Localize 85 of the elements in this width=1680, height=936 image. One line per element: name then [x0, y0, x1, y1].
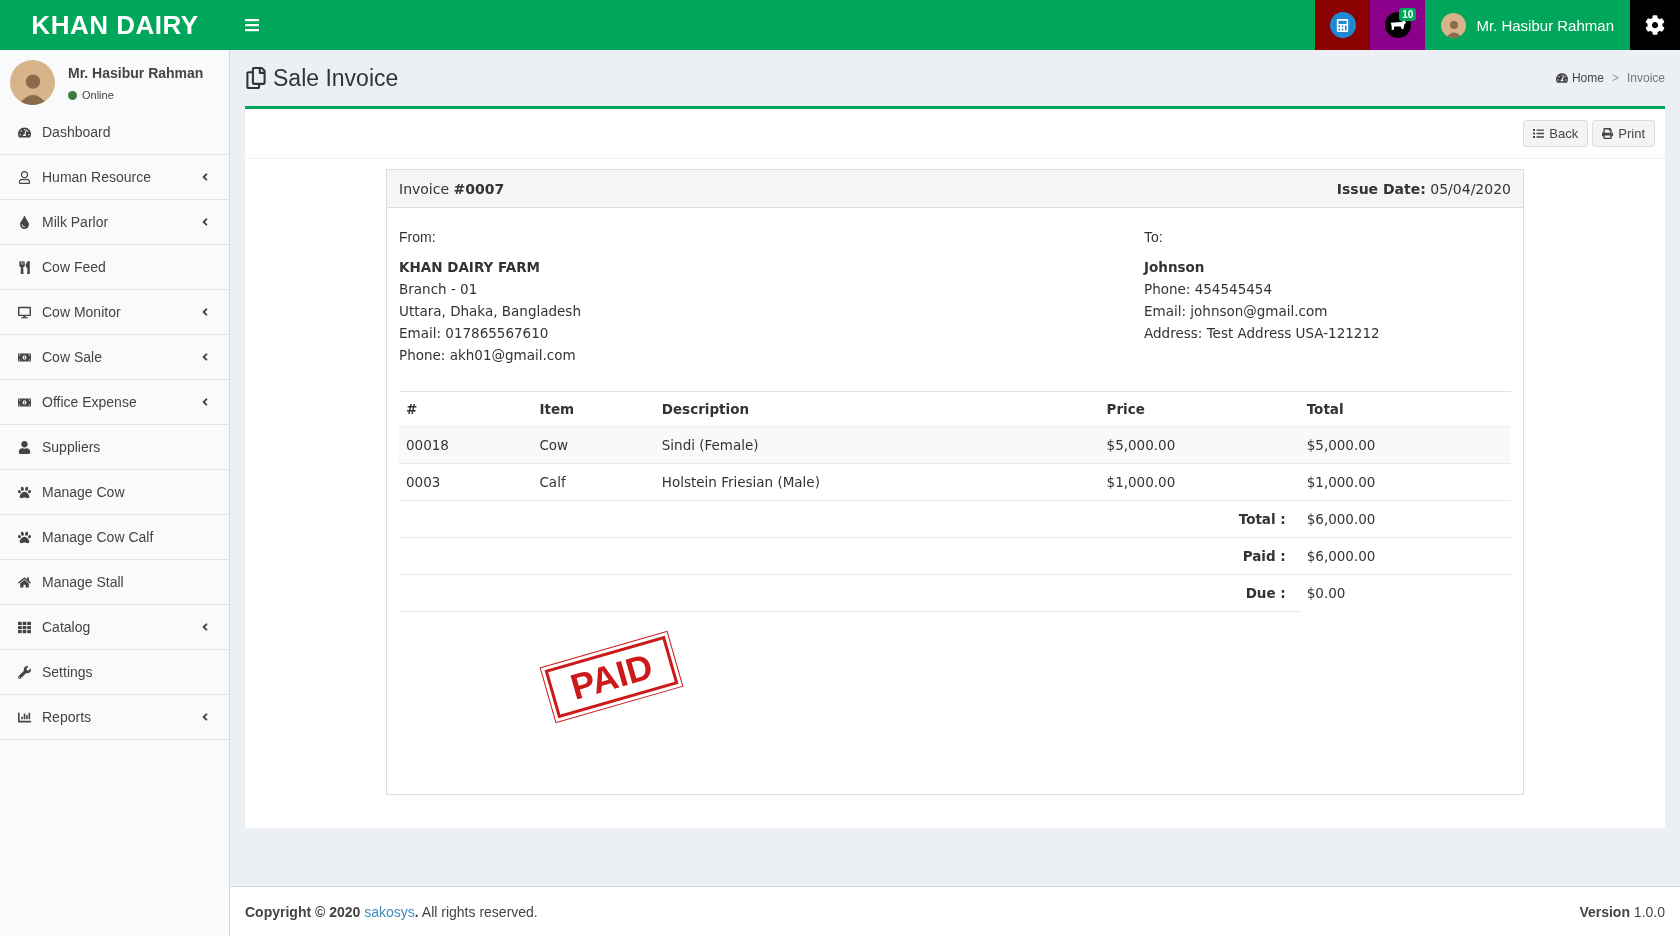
grid-icon	[18, 620, 31, 634]
printer-icon	[1602, 128, 1614, 139]
summary-label: Paid :	[399, 537, 1300, 575]
sidebar-item[interactable]: Cow Sale	[0, 335, 229, 380]
sidebar-item[interactable]: Manage Cow	[0, 470, 229, 515]
sidebar-item[interactable]: Cow Feed	[0, 245, 229, 290]
summary-value: $0.00	[1299, 574, 1511, 612]
table-cell: Cow	[532, 426, 655, 464]
party-label: From:	[399, 228, 437, 247]
document-icon	[245, 67, 267, 89]
user-name: Mr. Hasibur Rahman	[1476, 16, 1614, 34]
settings-button[interactable]	[1630, 0, 1680, 50]
print-button[interactable]: Print	[1592, 120, 1655, 147]
menu-icon	[244, 17, 260, 33]
table-cell: Calf	[532, 463, 655, 501]
monitor-icon	[18, 305, 31, 319]
table-cell: $5,000.00	[1099, 426, 1300, 464]
address-line: Uttara, Dhaka, Bangladesh	[399, 302, 582, 321]
table-cell: 00018	[399, 426, 533, 464]
sidebar-item[interactable]: Cow Monitor	[0, 290, 229, 335]
status-text: Online	[82, 89, 114, 101]
column-header: Description	[654, 391, 1100, 427]
address-line: Address: Test Address USA-121212	[1144, 324, 1381, 343]
version-text: Version 1.0.0	[1579, 903, 1665, 920]
table-cell: $1,000.00	[1299, 463, 1511, 501]
address-line: Email: 017865567610	[399, 324, 550, 343]
back-button[interactable]: Back	[1523, 120, 1589, 147]
summary-label: Due :	[399, 574, 1300, 612]
table-cell: 0003	[399, 463, 533, 501]
column-header: #	[399, 391, 533, 427]
sidebar-item[interactable]: Catalog	[0, 605, 229, 650]
avatar	[1441, 12, 1467, 38]
settings-icon	[1645, 15, 1665, 35]
party-name: Johnson	[1144, 258, 1206, 277]
issue-date: Issue Date: 05/04/2020	[1336, 180, 1511, 197]
sidebar-item[interactable]: Dashboard	[0, 110, 229, 155]
table-cell: $5,000.00	[1299, 426, 1511, 464]
cow-icon	[1384, 12, 1411, 38]
fork-knife-icon	[18, 260, 31, 274]
company-link[interactable]: sakosys	[364, 903, 415, 920]
sidebar-item[interactable]: Suppliers	[0, 425, 229, 470]
status-dot	[68, 90, 77, 100]
sidebar-item[interactable]: Milk Parlor	[0, 200, 229, 245]
person-icon	[18, 440, 31, 454]
column-header: Item	[532, 391, 655, 427]
calculator-button[interactable]	[1315, 0, 1371, 50]
list-icon	[1533, 128, 1545, 139]
notification-badge: 10	[1399, 8, 1417, 21]
party-label: To:	[1144, 228, 1164, 247]
sidebar-item[interactable]: Manage Stall	[0, 560, 229, 605]
drop-icon	[18, 215, 31, 229]
house-icon	[18, 575, 31, 589]
sidebar-item[interactable]: Office Expense	[0, 380, 229, 425]
address-line: Branch - 01	[399, 280, 479, 299]
avatar	[10, 60, 55, 105]
sidebar-item[interactable]: Manage Cow Calf	[0, 515, 229, 560]
address-line: Email: johnson@gmail.com	[1144, 302, 1329, 321]
address-line: Phone: akh01@gmail.com	[399, 346, 577, 365]
breadcrumb-link[interactable]: Home	[1555, 71, 1604, 85]
column-header: Price	[1099, 391, 1300, 427]
wrench-icon	[18, 665, 31, 679]
sidebar-item[interactable]: Reports	[0, 695, 229, 740]
paw-icon	[18, 530, 31, 544]
column-header: Total	[1299, 391, 1511, 427]
user-icon	[18, 170, 31, 184]
summary-label: Total :	[399, 500, 1300, 538]
summary-value: $6,000.00	[1299, 500, 1511, 538]
breadcrumb-separator: >	[1611, 71, 1619, 85]
breadcrumb-current: Invoice	[1626, 71, 1665, 85]
bar-chart-icon	[18, 710, 31, 724]
sidebar-item[interactable]: Human Resource	[0, 155, 229, 200]
copyright-text: Copyright © 2020 sakosys. All rights reserved.	[245, 903, 538, 920]
user-name: Mr. Hasibur Rahman	[68, 65, 204, 81]
invoice-number: Invoice #0007	[399, 180, 505, 197]
paw-icon	[18, 485, 31, 499]
party-name: KHAN DAIRY FARM	[399, 258, 541, 277]
table-cell: Holstein Friesian (Male)	[654, 463, 1100, 501]
sidebar-item[interactable]: Settings	[0, 650, 229, 695]
dashboard-gauge-icon	[18, 125, 31, 139]
table-cell: $1,000.00	[1099, 463, 1300, 501]
summary-value: $6,000.00	[1299, 537, 1511, 575]
address-line: Phone: 454545454	[1144, 280, 1273, 299]
table-cell: Sindi (Female)	[654, 426, 1100, 464]
dashboard-gauge-icon	[1555, 72, 1568, 84]
page-title: Sale Invoice	[273, 64, 399, 92]
